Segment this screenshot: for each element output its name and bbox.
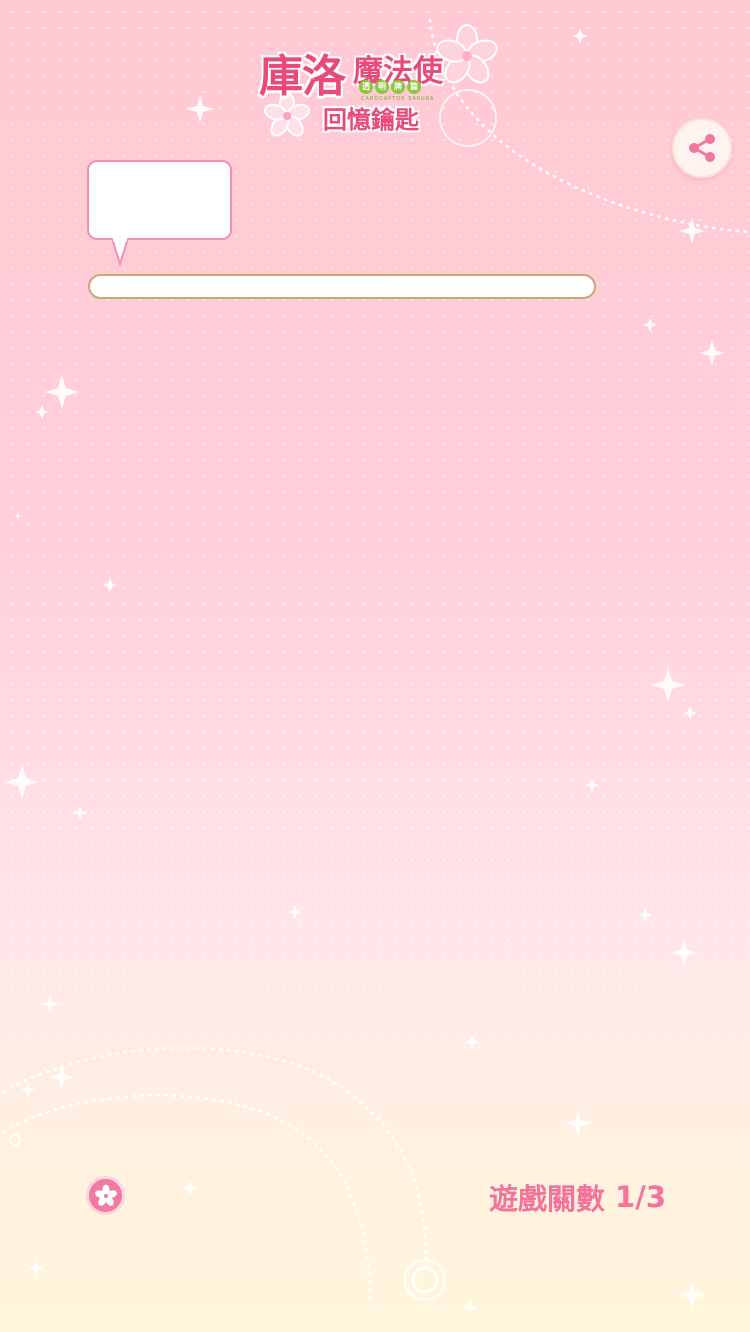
logo-title-main: 庫洛 [259,51,346,102]
logo-subtitle-badges: 透 明 牌 篇 [359,80,421,94]
level-counter: 遊戲關數 1/3 [489,1176,666,1218]
level-label: 遊戲關數 [489,1182,606,1216]
game-screen: 庫洛 魔法使 透 明 牌 篇 CARDCAPTOR SAKURA 回憶鑰匙 遊戲… [0,0,750,1332]
sakura-logo-flower-icon [436,24,498,84]
logo-subtitle-char: 明 [375,80,389,94]
share-icon [689,134,715,162]
sakura-menu-button[interactable] [86,1176,125,1215]
logo-subtitle-char: 透 [359,80,373,94]
logo-title-line2: 回憶鑰匙 [323,105,419,134]
logo-subtitle-char: 牌 [391,80,405,94]
level-value: 1/3 [615,1180,666,1214]
logo-subtitle-char: 篇 [407,80,421,94]
speech-bubble-text [89,162,230,178]
speech-bubble [87,160,232,240]
game-logo: 庫洛 魔法使 透 明 牌 篇 CARDCAPTOR SAKURA 回憶鑰匙 [255,24,500,145]
share-button[interactable] [672,118,732,178]
progress-bar [88,274,596,299]
speech-bubble-tail [110,238,130,266]
sakura-icon [94,1184,117,1206]
